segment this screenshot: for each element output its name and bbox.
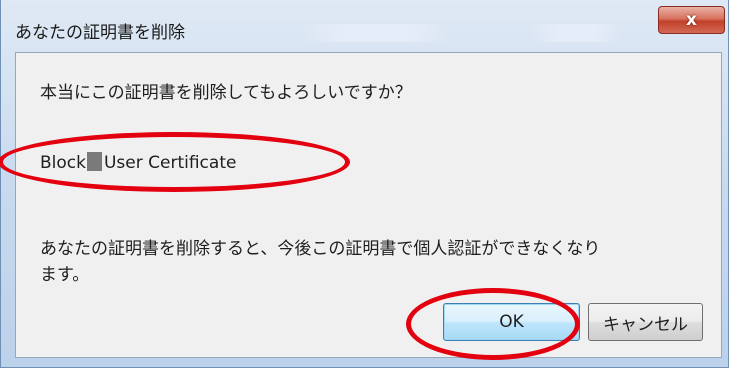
close-icon: x [686,10,697,30]
title-background-blur [531,24,621,42]
title-background-blur [301,24,451,42]
confirm-question: 本当にこの証明書を削除してもよろしいですか？ [40,83,412,103]
warning-text-line2: ます。 [40,265,90,285]
certificate-name-prefix: Block [40,153,86,173]
dialog-body: 本当にこの証明書を削除してもよろしいですか？ Block User Certifi… [15,52,722,358]
close-button[interactable]: x [658,6,725,34]
ok-button-label: OK [499,312,524,332]
cancel-button-label: キャンセル [603,314,688,335]
warning-text-line1: あなたの証明書を削除すると、今後この証明書で個人認証ができなくなり [40,239,601,259]
ok-button[interactable]: OK [443,303,580,341]
certificate-name-suffix: User Certificate [103,153,237,173]
redaction-block [86,152,102,171]
dialog-title: あなたの証明書を削除 [15,23,185,43]
title-bar[interactable]: あなたの証明書を削除 x [1,0,729,52]
certificate-name: Block User Certificate [40,152,236,173]
cancel-button[interactable]: キャンセル [588,303,703,341]
dialog-window: あなたの証明書を削除 x 本当にこの証明書を削除してもよろしいですか？ Bloc… [0,0,729,368]
